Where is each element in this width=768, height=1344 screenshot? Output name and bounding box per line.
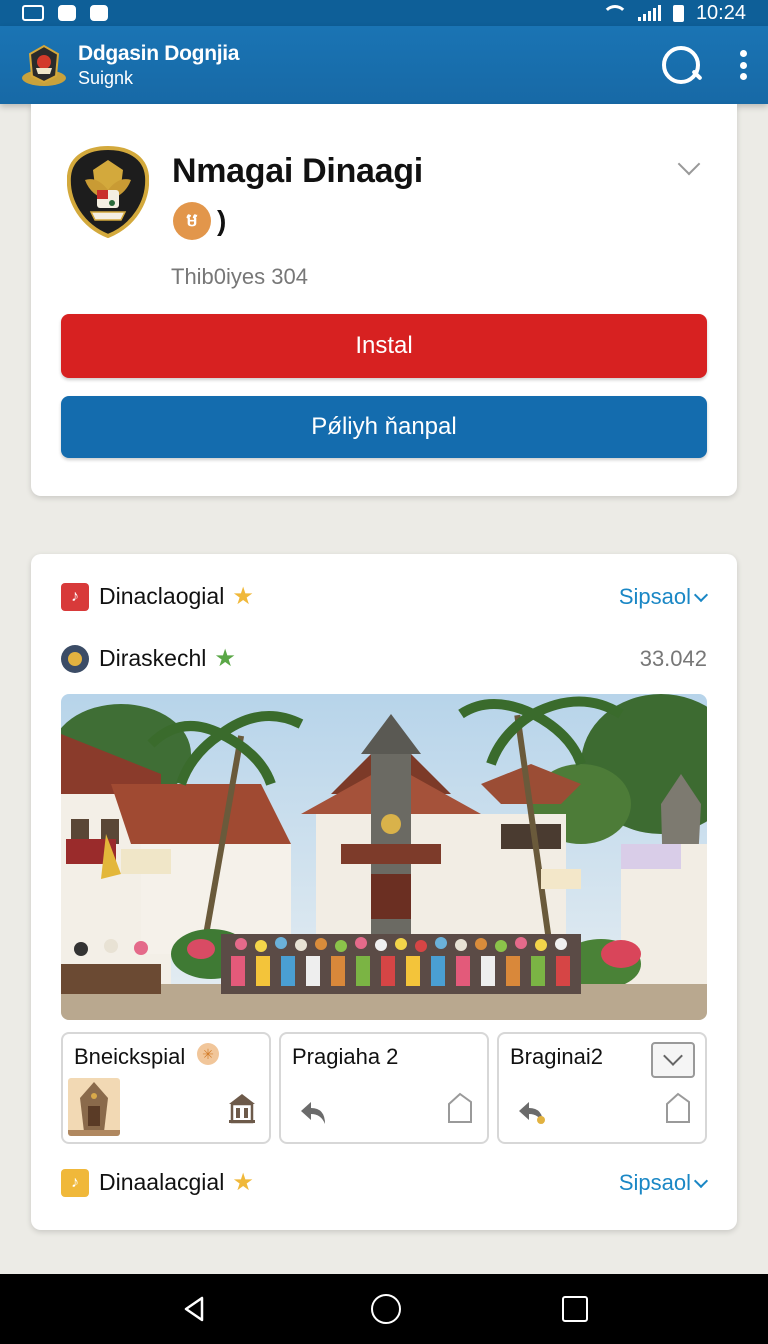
feature-tiles: Bneickspial ✳ Pragiaha 2 Braginai2 xyxy=(61,1032,707,1144)
recents-icon[interactable] xyxy=(561,1296,588,1322)
details-row-3: ♪ Dinaalacgial ★ Sipsaol xyxy=(61,1168,707,1197)
install-button[interactable]: Instal xyxy=(61,314,707,378)
chevron-down-icon[interactable] xyxy=(651,1042,695,1078)
feature-tile-3[interactable]: Braginai2 xyxy=(497,1032,707,1144)
signal-icon xyxy=(637,5,661,21)
camera-icon xyxy=(90,5,108,21)
details-row-1: ♪ Dinaclaogial ★ Sipsaol xyxy=(61,582,707,611)
navigation-bar xyxy=(0,1274,768,1344)
row-1-link[interactable]: Sipsaol xyxy=(619,584,707,610)
tile-1-label: Bneickspial xyxy=(74,1044,186,1069)
row-2-value: 33.042 xyxy=(639,645,707,671)
row-1-link-label: Sipsaol xyxy=(618,583,691,609)
house-icon xyxy=(227,1090,257,1126)
screenshot-image[interactable] xyxy=(61,694,707,1020)
status-bar: 10:24 xyxy=(0,0,768,26)
home-icon[interactable] xyxy=(370,1294,401,1324)
rating-badge: ម xyxy=(173,202,211,240)
home-outline-icon xyxy=(663,1090,693,1126)
app-emblem-icon xyxy=(66,145,150,239)
app-bar-subtitle: Suignk xyxy=(78,67,134,88)
star-icon: ★ xyxy=(214,645,236,672)
feature-tile-1[interactable]: Bneickspial ✳ xyxy=(61,1032,271,1144)
tile-2-label: Pragiaha 2 xyxy=(292,1044,399,1069)
download-count: Thib0iyes 304 xyxy=(171,264,308,289)
home-outline-icon xyxy=(445,1090,475,1126)
search-icon[interactable] xyxy=(660,44,702,86)
app-name: Nmagai Dinaagi xyxy=(172,152,423,190)
app-bar: Ddgasin Dognjia Suignk xyxy=(0,26,768,104)
row-2-label: Diraskechl xyxy=(99,645,207,671)
star-icon: ★ xyxy=(232,1169,254,1196)
tile-3-label: Braginai2 xyxy=(510,1044,603,1069)
notification-icon xyxy=(22,5,44,21)
developer-icon xyxy=(61,644,89,673)
status-time: 10:24 xyxy=(695,1,746,24)
feature-tile-2[interactable]: Pragiaha 2 xyxy=(279,1032,489,1144)
category-icon: ♪ xyxy=(61,582,89,611)
details-card: ♪ Dinaclaogial ★ Sipsaol Diraskechl ★ 33… xyxy=(31,554,737,1230)
chevron-down-icon[interactable] xyxy=(677,156,701,180)
image-icon xyxy=(58,5,76,21)
chevron-down-icon xyxy=(693,1176,707,1190)
battery-icon xyxy=(672,4,684,22)
row-3-link-label: Sipsaol xyxy=(618,1169,691,1195)
app-info-card: Nmagai Dinaagi ម ) Thib0iyes 304 Instal … xyxy=(31,104,737,496)
row-3-label: Dinaalacgial xyxy=(99,1169,225,1195)
category-icon: ♪ xyxy=(61,1168,89,1197)
star-icon: ★ xyxy=(232,583,254,610)
wifi-icon xyxy=(601,5,628,21)
chevron-down-icon xyxy=(693,590,707,604)
row-3-link[interactable]: Sipsaol xyxy=(619,1170,707,1196)
details-row-2: Diraskechl ★ 33.042 xyxy=(61,644,707,673)
tile-1-badge: ✳ xyxy=(197,1043,219,1065)
emblem-logo xyxy=(20,42,68,88)
more-vert-icon[interactable] xyxy=(738,50,748,80)
reply-arrow-icon xyxy=(297,1098,329,1126)
rating-paren: ) xyxy=(217,205,227,236)
row-1-label: Dinaclaogial xyxy=(99,583,225,609)
open-button[interactable]: Pǿliyh ňanpal xyxy=(61,396,707,458)
reply-arrow-icon xyxy=(515,1098,547,1126)
temple-thumbnail-icon xyxy=(68,1078,120,1136)
back-icon[interactable] xyxy=(180,1294,210,1324)
app-bar-title: Ddgasin Dognjia xyxy=(78,41,240,65)
